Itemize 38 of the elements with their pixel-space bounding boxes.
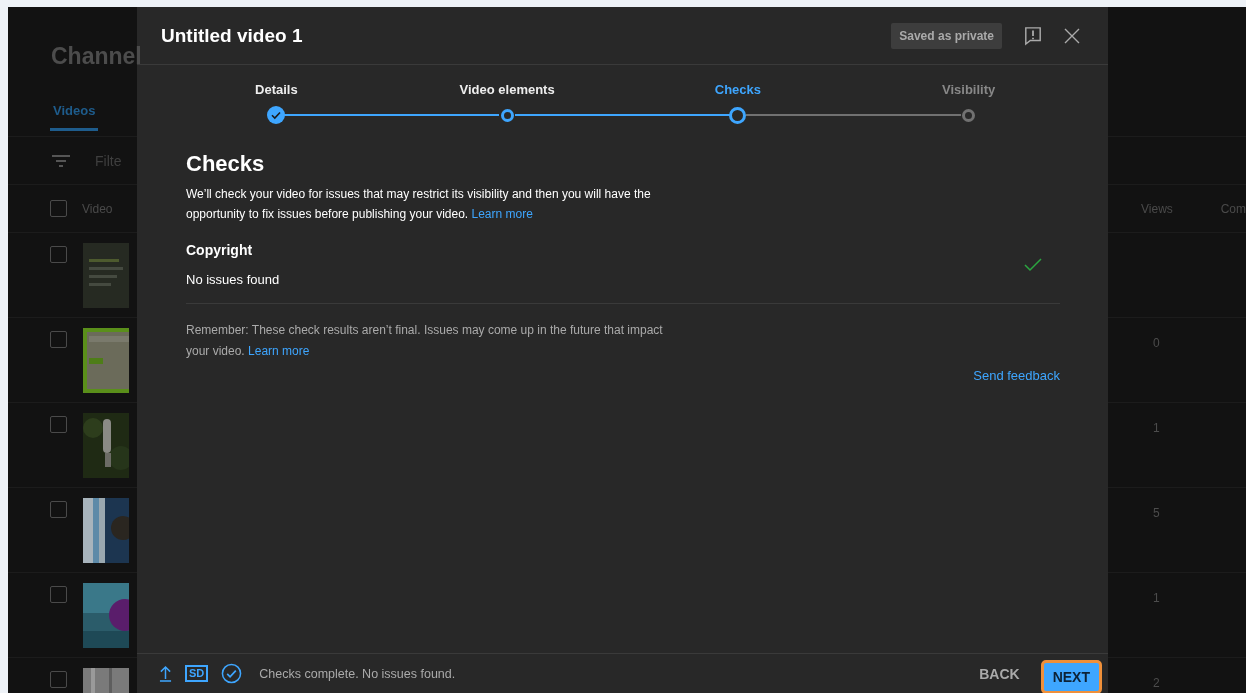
row-checkbox[interactable] [50, 416, 67, 433]
upload-icon [159, 665, 172, 682]
channel-title: Channel [51, 43, 142, 70]
select-all-checkbox[interactable] [50, 200, 67, 217]
views-count: 5 [1153, 506, 1160, 520]
description-text: We’ll check your video for issues that may restrict its visibility and then you will have the opportunity to fix issues before publishing your video. Learn more [186, 186, 652, 223]
views-count: 2 [1153, 676, 1160, 690]
check-circle-icon [221, 663, 243, 684]
step-label[interactable]: Checks [714, 81, 761, 98]
learn-more-link[interactable]: Learn more [248, 344, 310, 358]
check-title: Copyright [186, 242, 254, 258]
column-header: Video [82, 201, 113, 216]
step-label[interactable]: Visibility [942, 81, 996, 98]
status-text: Checks complete. No issues found. [259, 666, 456, 681]
row-checkbox[interactable] [50, 331, 67, 348]
column-header: Views [1141, 201, 1174, 216]
column-header: Com [1220, 201, 1246, 216]
section-heading: Checks [186, 150, 266, 178]
step-label[interactable]: Details [255, 81, 298, 98]
views-count: 1 [1153, 421, 1160, 435]
views-count: 1 [1153, 591, 1160, 605]
quality-badge: SD [185, 665, 209, 682]
dialog-title: Untitled video 1 [161, 24, 304, 47]
row-checkbox[interactable] [50, 246, 67, 263]
next-button[interactable]: NEXT [1040, 659, 1102, 693]
save-status-label: Saved as private [891, 22, 1002, 49]
filter-icon[interactable] [52, 154, 70, 167]
feedback-icon[interactable] [1024, 25, 1042, 46]
row-checkbox[interactable] [50, 501, 67, 518]
row-checkbox[interactable] [50, 671, 67, 688]
send-feedback-link[interactable]: Send feedback [973, 368, 1060, 383]
step-label[interactable]: Video elements [459, 81, 555, 98]
note-text: Remember: These check results aren’t final. Issues may come up in the future that impact your video. Learn more [186, 322, 664, 360]
learn-more-link[interactable]: Learn more [471, 207, 533, 221]
check-result: No issues found [186, 272, 281, 287]
back-button[interactable]: BACK [971, 665, 1028, 682]
row-checkbox[interactable] [50, 586, 67, 603]
close-icon[interactable] [1064, 27, 1080, 44]
